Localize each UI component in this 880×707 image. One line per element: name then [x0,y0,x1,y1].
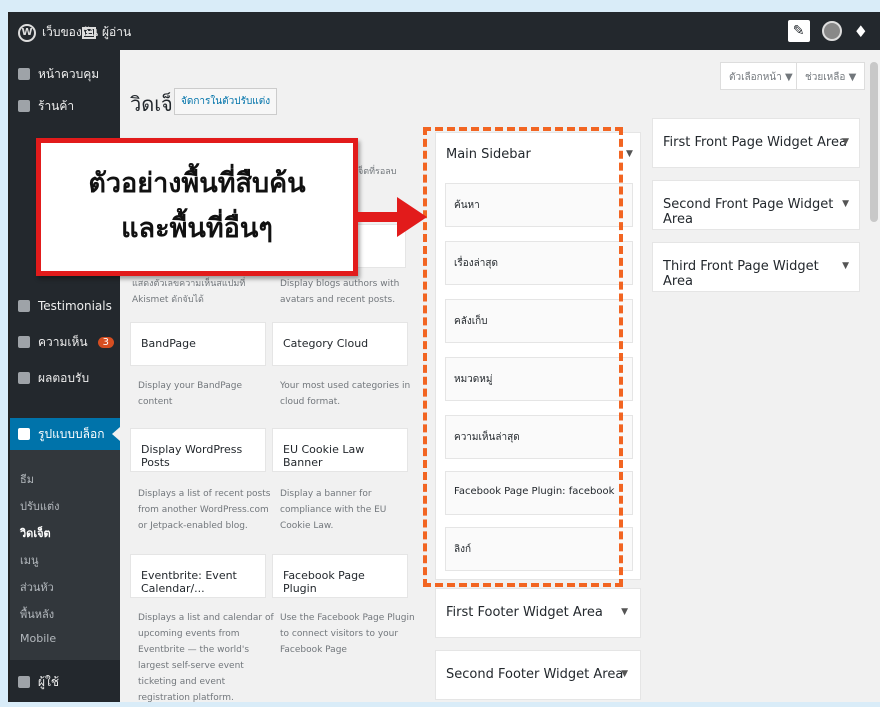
admin-bar-right: ✎ ♦ [787,20,868,42]
screen-options-tab[interactable]: ตัวเลือกหน้า ▼ [720,62,802,90]
store-icon [18,100,30,112]
widget-description: Display a banner for compliance with the… [280,489,387,531]
widget-description: Display your BandPage content [138,381,243,407]
third-front-page-widget-area[interactable]: Third Front Page Widget Area ▼ [652,242,860,292]
chevron-down-icon[interactable]: ▼ [621,669,628,679]
wp-admin-window: W เว็บของฉัน ผู้อ่าน ✎ ♦ หน้าควบคุม ร้าน… [8,12,880,702]
area-title: First Footer Widget Area [446,605,603,620]
sidebar-widget-archives[interactable]: คลังเก็บ [445,299,633,343]
first-footer-widget-area[interactable]: First Footer Widget Area ▼ [435,588,641,638]
help-tab[interactable]: ช่วยเหลือ ▼ [796,62,866,90]
write-post-icon[interactable]: ✎ [787,20,810,42]
widget-eu-cookie-law-banner[interactable]: EU Cookie Law Banner [272,428,408,472]
menu-label: ร้านค้า [38,98,75,113]
appearance-submenu: ธีม ปรับแต่ง วิดเจ็ต เมนู ส่วนหัว พื้นหล… [10,450,120,660]
area-title: First Front Page Widget Area [663,135,847,150]
comments-icon [18,336,30,348]
comment-count-badge: 3 [97,336,115,348]
menu-testimonials[interactable]: Testimonials [10,290,120,322]
sidebar-widget-recent-comments[interactable]: ความเห็นล่าสุด [445,415,633,459]
menu-label: หน้าควบคุม [38,66,100,81]
reader-link[interactable]: ผู้อ่าน [82,23,131,42]
chevron-down-icon[interactable]: ▼ [621,607,628,617]
widget-description: Displays a list of recent posts from ano… [138,489,271,531]
manage-in-customizer-button[interactable]: จัดการในตัวปรับแต่ง [174,88,278,115]
menu-users[interactable]: ผู้ใช้ [10,666,120,698]
first-front-page-widget-area[interactable]: First Front Page Widget Area ▼ [652,118,860,168]
widget-bandpage[interactable]: BandPage [130,322,266,366]
chevron-down-icon[interactable]: ▼ [626,149,633,159]
appearance-icon [18,428,30,440]
red-arrow-icon [357,197,427,237]
submenu-themes[interactable]: ธีม [20,470,34,488]
menu-dashboard[interactable]: หน้าควบคุม [10,58,120,90]
second-front-page-widget-area[interactable]: Second Front Page Widget Area ▼ [652,180,860,230]
menu-label: ผู้ใช้ [38,674,60,689]
akismet-description: แสดงตัวเลขความเห็นสแปมที่ Akismet ดักจับ… [132,279,246,305]
menu-label: ผลตอบรับ [38,370,90,385]
submenu-menus[interactable]: เมนู [20,551,39,569]
callout-line-1: ตัวอย่างพื้นที่สืบค้น [88,168,306,199]
main-sidebar-title: Main Sidebar [446,147,531,162]
testimonials-icon [18,300,30,312]
menu-comments[interactable]: ความเห็น 3 [10,326,120,358]
annotation-callout: ตัวอย่างพื้นที่สืบค้น และพื้นที่อื่นๆ [36,138,358,276]
area-title: Third Front Page Widget Area [663,259,819,289]
menu-store[interactable]: ร้านค้า [10,90,120,122]
sidebar-widget-facebook[interactable]: Facebook Page Plugin: facebook [445,471,633,515]
widget-facebook-page-plugin[interactable]: Facebook Page Plugin [272,554,408,598]
sidebar-widget-search[interactable]: ค้นหา [445,183,633,227]
sidebar-widget-categories[interactable]: หมวดหมู่ [445,357,633,401]
callout-line-2: และพื้นที่อื่นๆ [121,213,273,244]
menu-feedback[interactable]: ผลตอบรับ [10,362,120,394]
admin-bar: W เว็บของฉัน ผู้อ่าน ✎ ♦ [10,12,880,50]
area-title: Second Front Page Widget Area [663,197,834,227]
chevron-down-icon[interactable]: ▼ [842,137,849,147]
dashboard-icon [18,68,30,80]
page-scrollbar[interactable] [870,62,878,222]
feedback-icon [18,372,30,384]
reader-label: ผู้อ่าน [102,25,132,39]
chevron-down-icon[interactable]: ▼ [842,261,849,271]
second-footer-widget-area[interactable]: Second Footer Widget Area ▼ [435,650,641,700]
submenu-background[interactable]: พื้นหลัง [20,605,54,623]
widget-display-wordpress-posts[interactable]: Display WordPress Posts [130,428,266,472]
submenu-header[interactable]: ส่วนหัว [20,578,54,596]
widget-description: Use the Facebook Page Plugin to connect … [280,613,415,655]
user-avatar-icon[interactable] [821,21,842,41]
widget-eventbrite[interactable]: Eventbrite: Event Calendar/... [130,554,266,598]
submenu-widgets[interactable]: วิดเจ็ต [20,524,51,542]
reader-icon [82,26,96,39]
wordpress-logo-icon: W [18,23,36,42]
users-icon [18,676,30,688]
widget-description: Displays a list and calendar of upcoming… [138,613,274,702]
area-title: Second Footer Widget Area [446,667,624,682]
menu-label: Testimonials [38,299,112,313]
sidebar-widget-recent-posts[interactable]: เรื่องล่าสุด [445,241,633,285]
menu-label: รูปแบบบล็อก [38,426,105,441]
chevron-down-icon[interactable]: ▼ [842,199,849,209]
authors-description: Display blogs authors with avatars and r… [280,279,400,305]
submenu-mobile[interactable]: Mobile [20,632,56,645]
sidebar-widget-links[interactable]: ลิงก์ [445,527,633,571]
main-sidebar-area[interactable]: Main Sidebar ▼ ค้นหา เรื่องล่าสุด คลังเก… [435,132,641,580]
notifications-icon[interactable]: ♦ [854,22,868,41]
widget-description: Your most used categories in cloud forma… [280,381,411,407]
menu-label: ความเห็น [38,334,88,349]
widget-category-cloud[interactable]: Category Cloud [272,322,408,366]
menu-appearance[interactable]: รูปแบบบล็อก [10,418,120,450]
submenu-customize[interactable]: ปรับแต่ง [20,497,59,515]
